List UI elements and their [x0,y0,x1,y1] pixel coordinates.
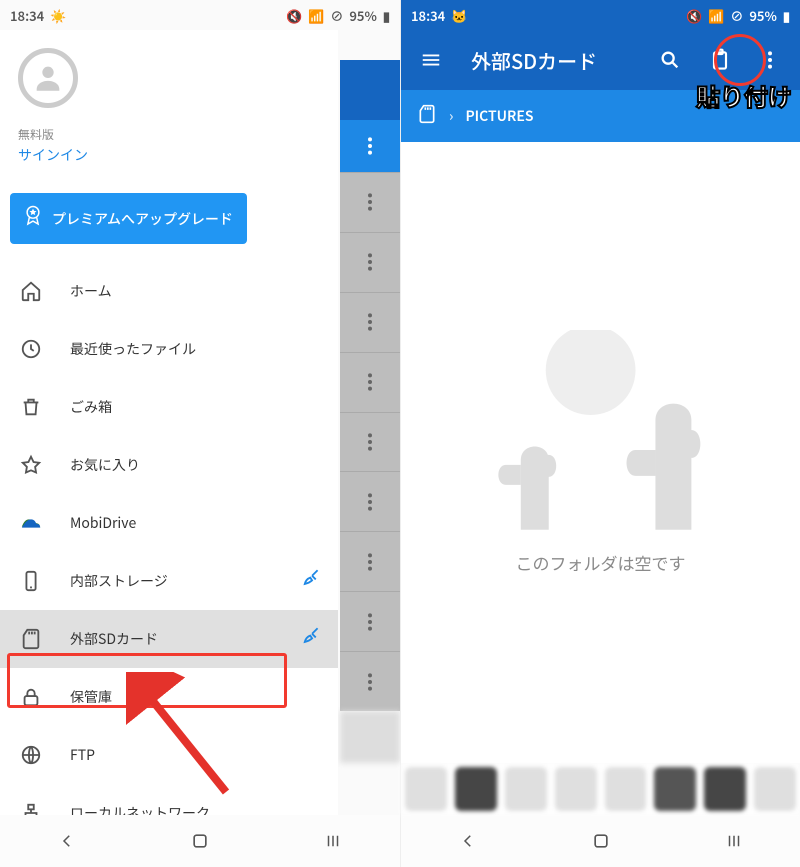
sidebar-item-label: お気に入り [70,455,140,475]
ribbon-icon [24,205,42,232]
nodata-icon: ⊘ [730,6,743,25]
sidebar-item-external-sd[interactable]: 外部SDカード [0,610,338,668]
dock-blurred [401,763,800,815]
sidebar-item-vault[interactable]: 保管庫 [0,668,338,726]
sidebar-item-label: FTP [70,745,95,765]
nav-back-icon[interactable] [53,827,81,855]
star-icon [20,454,42,476]
nav-recent-icon[interactable] [319,827,347,855]
battery-icon: ▮ [383,6,390,25]
sidebar-item-label: MobiDrive [70,513,136,533]
chevron-right-icon: › [449,106,453,126]
sidebar-item-mobidrive[interactable]: MobiDrive [0,494,338,552]
folder-content-empty: このフォルダは空です [401,142,800,763]
system-nav-bar [401,815,800,867]
nav-home-icon[interactable] [587,827,615,855]
sidebar-item-label: ホーム [70,281,112,301]
breadcrumb[interactable]: › PICTURES [401,90,800,142]
sidebar-item-label: 内部ストレージ [70,571,168,591]
phone-icon [20,570,42,592]
navigation-drawer: 無料版 サインイン プレミアムへアップグレード ホーム 最近使ったファイル ごみ [0,30,338,815]
sidebar-item-label: ローカルネットワーク [70,803,210,815]
background-list-peek [340,60,400,763]
clock-icon [20,338,42,360]
status-bar: 18:34🐱 🔇 📶 ⊘ 95% ▮ [401,0,800,30]
trash-icon [20,396,42,418]
phone-right: 18:34🐱 🔇 📶 ⊘ 95% ▮ 外部SDカード 貼り付け › PICTUR… [400,0,800,867]
plan-label: 無料版 [18,126,320,143]
sidebar-item-label: 保管庫 [70,687,112,707]
network-icon [20,802,42,815]
home-icon [20,280,42,302]
battery-text: 95% [349,6,376,25]
upgrade-button[interactable]: プレミアムへアップグレード [10,193,247,244]
clean-icon[interactable] [302,626,324,653]
search-button[interactable] [650,40,690,80]
paste-clipboard-button[interactable] [700,40,740,80]
nav-back-icon[interactable] [454,827,482,855]
system-nav-bar [0,815,400,867]
wifi-icon: 📶 [708,6,724,25]
nodata-icon: ⊘ [330,6,343,25]
sd-card-icon [20,628,42,650]
clean-icon[interactable] [302,568,324,595]
sidebar-item-label: ごみ箱 [70,397,112,417]
sidebar-item-ftp[interactable]: FTP [0,726,338,784]
sidebar-item-internal-storage[interactable]: 内部ストレージ [0,552,338,610]
sidebar-item-label: 最近使ったファイル [70,339,196,359]
status-time: 18:34 [411,6,445,25]
status-bar: 18:34☀️ 🔇 📶 ⊘ 95% ▮ [0,0,400,30]
empty-text: このフォルダは空です [516,550,686,575]
app-bar: 外部SDカード [401,30,800,90]
sd-card-icon [417,103,437,130]
phone-left: 18:34☀️ 🔇 📶 ⊘ 95% ▮ [0,0,400,867]
battery-icon: ▮ [783,6,790,25]
mute-icon: 🔇 [286,6,302,25]
overflow-icon[interactable] [367,136,373,156]
mute-icon: 🔇 [686,6,702,25]
mobidrive-icon [20,512,42,534]
menu-button[interactable] [411,40,451,80]
breadcrumb-path: PICTURES [465,106,533,126]
page-title: 外部SDカード [471,46,640,75]
sidebar-item-favorites[interactable]: お気に入り [0,436,338,494]
battery-text: 95% [749,6,776,25]
wifi-icon: 📶 [308,6,324,25]
sidebar-item-trash[interactable]: ごみ箱 [0,378,338,436]
sidebar-item-label: 外部SDカード [70,629,158,649]
upgrade-label: プレミアムへアップグレード [52,209,233,229]
empty-illustration [441,330,760,530]
avatar[interactable] [18,48,78,108]
sidebar-item-recent[interactable]: 最近使ったファイル [0,320,338,378]
sidebar-item-lan[interactable]: ローカルネットワーク [0,784,338,815]
globe-icon [20,744,42,766]
status-time: 18:34 [10,6,44,25]
signin-link[interactable]: サインイン [18,145,320,165]
nav-home-icon[interactable] [186,827,214,855]
sidebar-item-home[interactable]: ホーム [0,262,338,320]
nav-recent-icon[interactable] [720,827,748,855]
lock-icon [20,686,42,708]
overflow-button[interactable] [750,40,790,80]
